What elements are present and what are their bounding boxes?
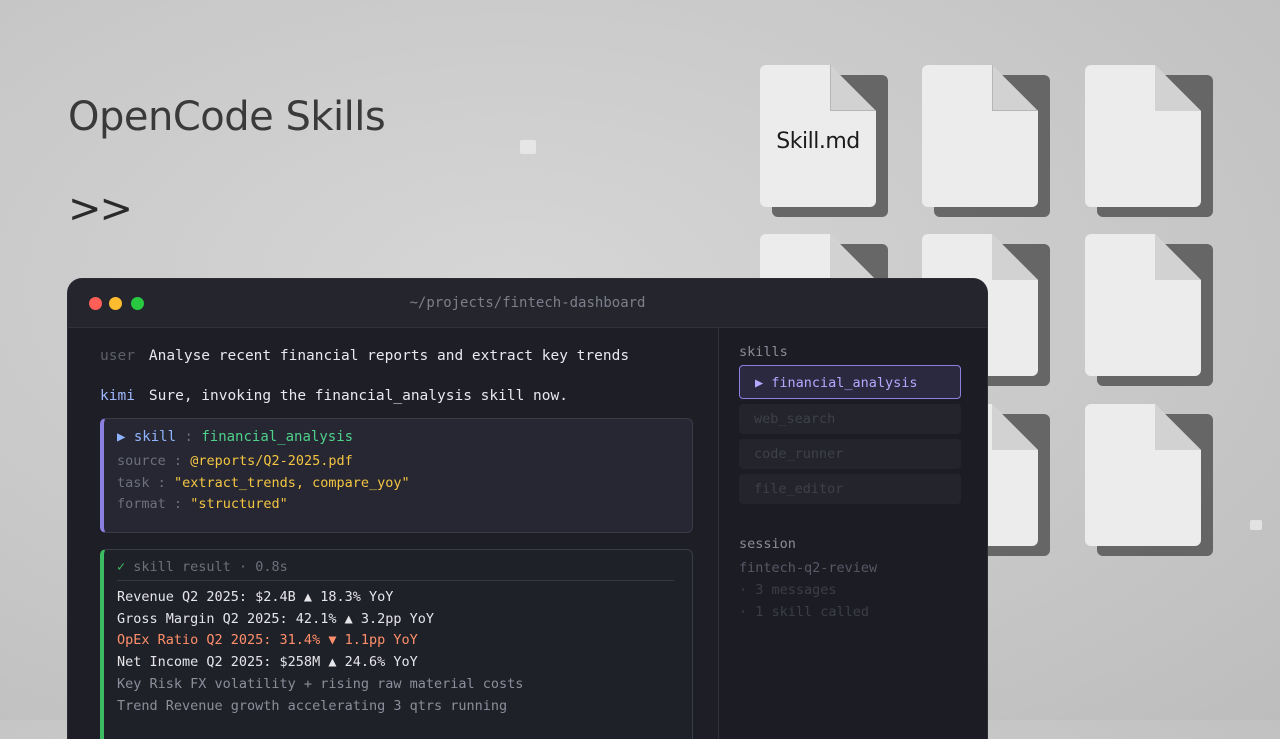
sidebar-item-web-search[interactable]: web_search [739,404,961,434]
file-icon [1085,234,1213,386]
param-task: task : "extract_trends, compare_yoy" [117,475,410,491]
chat-pane: user Analyse recent financial reports and… [68,328,718,739]
result-line: Revenue Q2 2025: $2.4B ▲ 18.3% YoY [117,589,394,605]
page-title: OpenCode Skills [68,94,386,140]
file-name-label: Skill.md [776,129,860,154]
file-icon [922,65,1050,217]
skill-invocation-card: ▶ skill : financial_analysis source : @r… [100,418,693,533]
skill-invocation-header: ▶ skill : financial_analysis [117,429,353,445]
sidebar-item-file-editor[interactable]: file_editor [739,474,961,504]
result-header-text: skill result · 0.8s [133,559,288,575]
skill-result-card: ✓ skill result · 0.8s Revenue Q2 2025: $… [100,549,693,739]
message-role: user [100,348,135,364]
skills-section-label: skills [739,344,788,360]
param-source: source : @reports/Q2-2025.pdf [117,453,353,469]
skill-name: financial_analysis [201,429,354,445]
sidebar-item-code-runner[interactable]: code_runner [739,439,961,469]
result-line: OpEx Ratio Q2 2025: 31.4% ▼ 1.1pp YoY [117,632,418,648]
file-icon [1085,65,1213,217]
play-arrow-icon: ▶ [117,429,126,445]
session-stat-messages: · 3 messages [739,582,837,598]
file-icon [1085,404,1213,556]
param-format: format : "structured" [117,496,288,512]
result-line: Net Income Q2 2025: $258M ▲ 24.6% YoY [117,654,418,670]
session-name: fintech-q2-review [739,560,878,576]
session-section-label: session [739,536,796,552]
result-line: Gross Margin Q2 2025: 42.1% ▲ 3.2pp YoY [117,611,434,627]
skill-keyword: skill [133,429,177,445]
background-speck [1250,520,1262,530]
message-text: Analyse recent financial reports and ext… [148,348,630,364]
background-speck [520,140,536,154]
message-text: Sure, invoking the financial_analysis sk… [148,388,568,404]
sidebar: skills ▶ financial_analysis web_search c… [718,328,987,739]
window-path-title: ~/projects/fintech-dashboard [409,295,646,311]
result-line: Trend Revenue growth accelerating 3 qtrs… [117,698,508,714]
terminal-window: ~/projects/fintech-dashboard user Analyse… [68,279,987,739]
user-message: user Analyse recent financial reports and… [100,348,629,364]
window-titlebar: ~/projects/fintech-dashboard [68,279,987,328]
session-stat-skills: · 1 skill called [739,604,870,620]
check-icon: ✓ [117,559,126,575]
separator: : [184,429,193,445]
message-role: kimi [100,388,135,404]
assistant-message: kimi Sure, invoking the financial_analysi… [100,388,568,404]
result-line: Key Risk FX volatility + rising raw mate… [117,676,524,692]
sidebar-item-financial-analysis[interactable]: ▶ financial_analysis [739,365,961,399]
file-icon: Skill.md [760,65,888,217]
skill-result-header: ✓ skill result · 0.8s [117,559,288,575]
divider [117,580,674,581]
prompt-chevrons-icon: >> [68,186,133,232]
